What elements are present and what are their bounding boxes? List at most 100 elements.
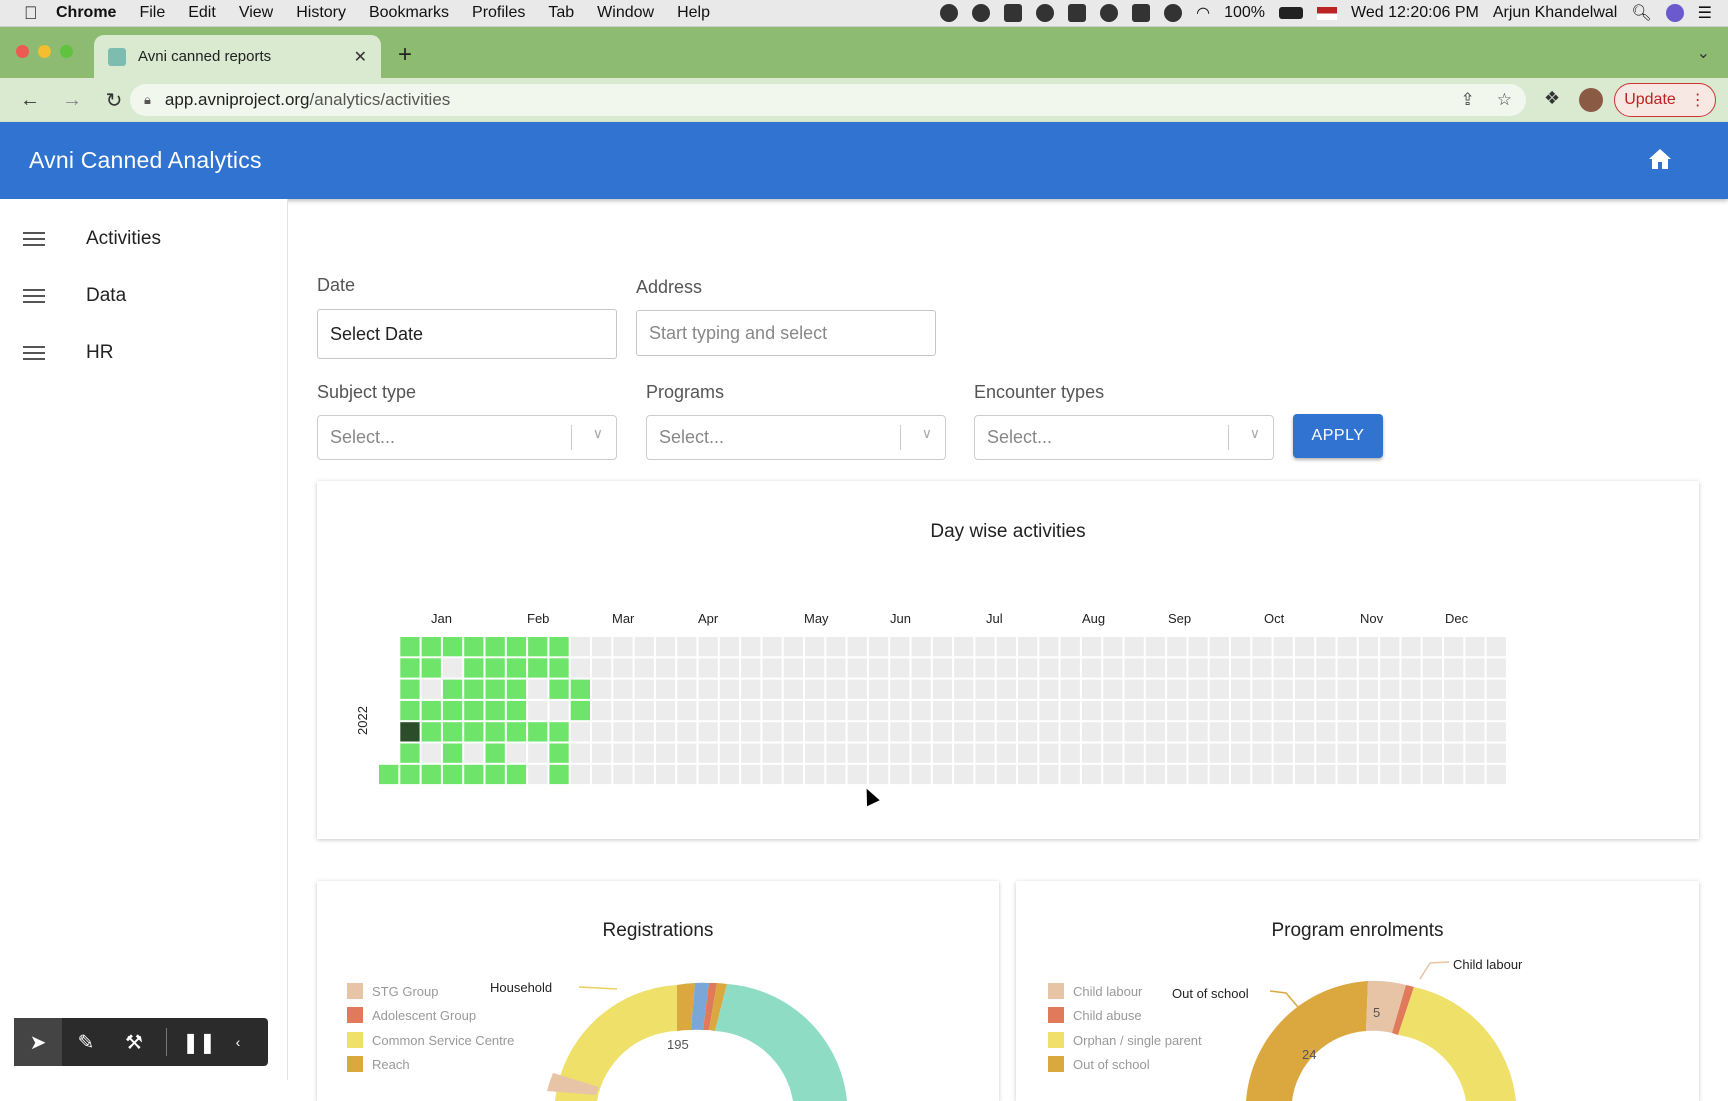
browser-tab[interactable]: Avni canned reports ✕ [94,35,381,78]
heatmap-day-cell[interactable] [1337,700,1357,721]
heatmap-day-cell[interactable] [655,722,676,742]
heatmap-day-cell[interactable] [1422,637,1442,657]
heatmap-day-cell[interactable] [634,700,654,721]
heatmap-day-cell[interactable] [1124,658,1144,678]
heatmap-day-cell[interactable] [741,637,761,657]
heatmap-day-cell[interactable] [1231,679,1251,699]
profile-avatar[interactable] [1579,88,1603,112]
heatmap-day-cell[interactable] [485,764,505,785]
heatmap-day-cell[interactable] [954,679,974,699]
heatmap-day-cell[interactable] [698,700,718,721]
heatmap-day-cell[interactable] [1167,637,1187,657]
heatmap-day-cell[interactable] [1209,658,1229,678]
heatmap-day-cell[interactable] [741,700,761,721]
heatmap-day-cell[interactable] [1103,679,1123,699]
heatmap-day-cell[interactable] [677,658,697,678]
menu-file[interactable]: File [139,4,165,22]
heatmap-day-cell[interactable] [655,679,676,699]
pause-icon[interactable]: ❚❚ [175,1018,223,1066]
heatmap-day-cell[interactable] [528,700,548,721]
heatmap-day-cell[interactable] [1273,637,1293,657]
heatmap-day-cell[interactable] [1081,722,1102,742]
heatmap-day-cell[interactable] [911,679,931,699]
heatmap-day-cell[interactable] [570,700,590,721]
heatmap-day-cell[interactable] [1188,743,1208,763]
heatmap-day-cell[interactable] [634,743,654,763]
heatmap-day-cell[interactable] [762,637,782,657]
heatmap-day-cell[interactable] [1486,658,1506,678]
heatmap-day-cell[interactable] [1060,743,1080,763]
heatmap-day-cell[interactable] [1316,637,1336,657]
heatmap-day-cell[interactable] [1039,658,1059,678]
heatmap-day-cell[interactable] [549,743,569,763]
heatmap-day-cell[interactable] [826,658,846,678]
heatmap-day-cell[interactable] [464,700,484,721]
clock[interactable]: Wed 12:20:06 PM [1351,4,1479,22]
heatmap-day-cell[interactable] [613,637,633,657]
heatmap-day-cell[interactable] [1358,658,1379,678]
heatmap-day-cell[interactable] [783,637,803,657]
heatmap-day-cell[interactable] [421,764,441,785]
heatmap-day-cell[interactable] [805,722,825,742]
heatmap-day-cell[interactable] [741,679,761,699]
heatmap-day-cell[interactable] [1103,722,1123,742]
forward-icon[interactable]: → [60,89,84,112]
heatmap-day-cell[interactable] [890,743,910,763]
heatmap-day-cell[interactable] [1486,722,1506,742]
time-machine-icon[interactable] [1164,4,1183,22]
heatmap-day-cell[interactable] [677,764,697,785]
heatmap-day-cell[interactable] [570,764,590,785]
heatmap-day-cell[interactable] [762,679,782,699]
heatmap-day-cell[interactable] [1444,743,1464,763]
heatmap-day-cell[interactable] [1380,637,1400,657]
heatmap-day-cell[interactable] [464,658,484,678]
heatmap-day-cell[interactable] [1252,743,1272,763]
docker-icon[interactable] [1004,4,1023,22]
heatmap-day-cell[interactable] [1444,764,1464,785]
heatmap-day-cell[interactable] [592,658,612,678]
heatmap-day-cell[interactable] [528,722,548,742]
heatmap-day-cell[interactable] [1209,679,1229,699]
heatmap-day-cell[interactable] [549,700,569,721]
heatmap-day-cell[interactable] [1294,722,1315,742]
menu-edit[interactable]: Edit [188,4,216,22]
apply-button[interactable]: APPLY [1293,414,1383,458]
heatmap-day-cell[interactable] [442,764,463,785]
heatmap-day-cell[interactable] [1081,743,1102,763]
heatmap-day-cell[interactable] [1337,743,1357,763]
heatmap-day-cell[interactable] [1486,700,1506,721]
heatmap-day-cell[interactable] [954,743,974,763]
heatmap-day-cell[interactable] [1103,743,1123,763]
heatmap-day-cell[interactable] [1273,764,1293,785]
heatmap-day-cell[interactable] [677,679,697,699]
heatmap-day-cell[interactable] [549,658,569,678]
heatmap-day-cell[interactable] [1252,764,1272,785]
heatmap-day-cell[interactable] [1294,764,1315,785]
bookmark-star-icon[interactable]: ☆ [1497,90,1512,110]
heatmap-day-cell[interactable] [528,658,548,678]
heatmap-day-cell[interactable] [762,722,782,742]
heatmap-day-cell[interactable] [911,743,931,763]
heatmap-day-cell[interactable] [1124,764,1144,785]
heatmap-day-cell[interactable] [783,700,803,721]
heatmap-day-cell[interactable] [975,637,995,657]
heatmap-day-cell[interactable] [634,658,654,678]
heatmap-day-cell[interactable] [1358,743,1379,763]
heatmap-day-cell[interactable] [719,700,740,721]
encounter-types-select[interactable]: Select... ∨ [974,415,1274,460]
heatmap-day-cell[interactable] [1209,764,1229,785]
heatmap-day-cell[interactable] [400,722,420,742]
chevron-down-icon[interactable]: ∨ [593,425,603,442]
heatmap-day-cell[interactable] [464,637,484,657]
heatmap-day-cell[interactable] [698,658,718,678]
wifi-icon[interactable]: ◠ [1196,3,1210,23]
heatmap-day-cell[interactable] [592,743,612,763]
chevron-down-icon[interactable]: ∨ [922,425,932,442]
heatmap-day-cell[interactable] [1145,764,1166,785]
home-icon[interactable] [1648,148,1672,170]
heatmap-day-cell[interactable] [890,637,910,657]
heatmap-day-cell[interactable] [954,700,974,721]
heatmap-day-cell[interactable] [1167,658,1187,678]
heatmap-day-cell[interactable] [634,722,654,742]
heatmap-day-cell[interactable] [1465,679,1485,699]
